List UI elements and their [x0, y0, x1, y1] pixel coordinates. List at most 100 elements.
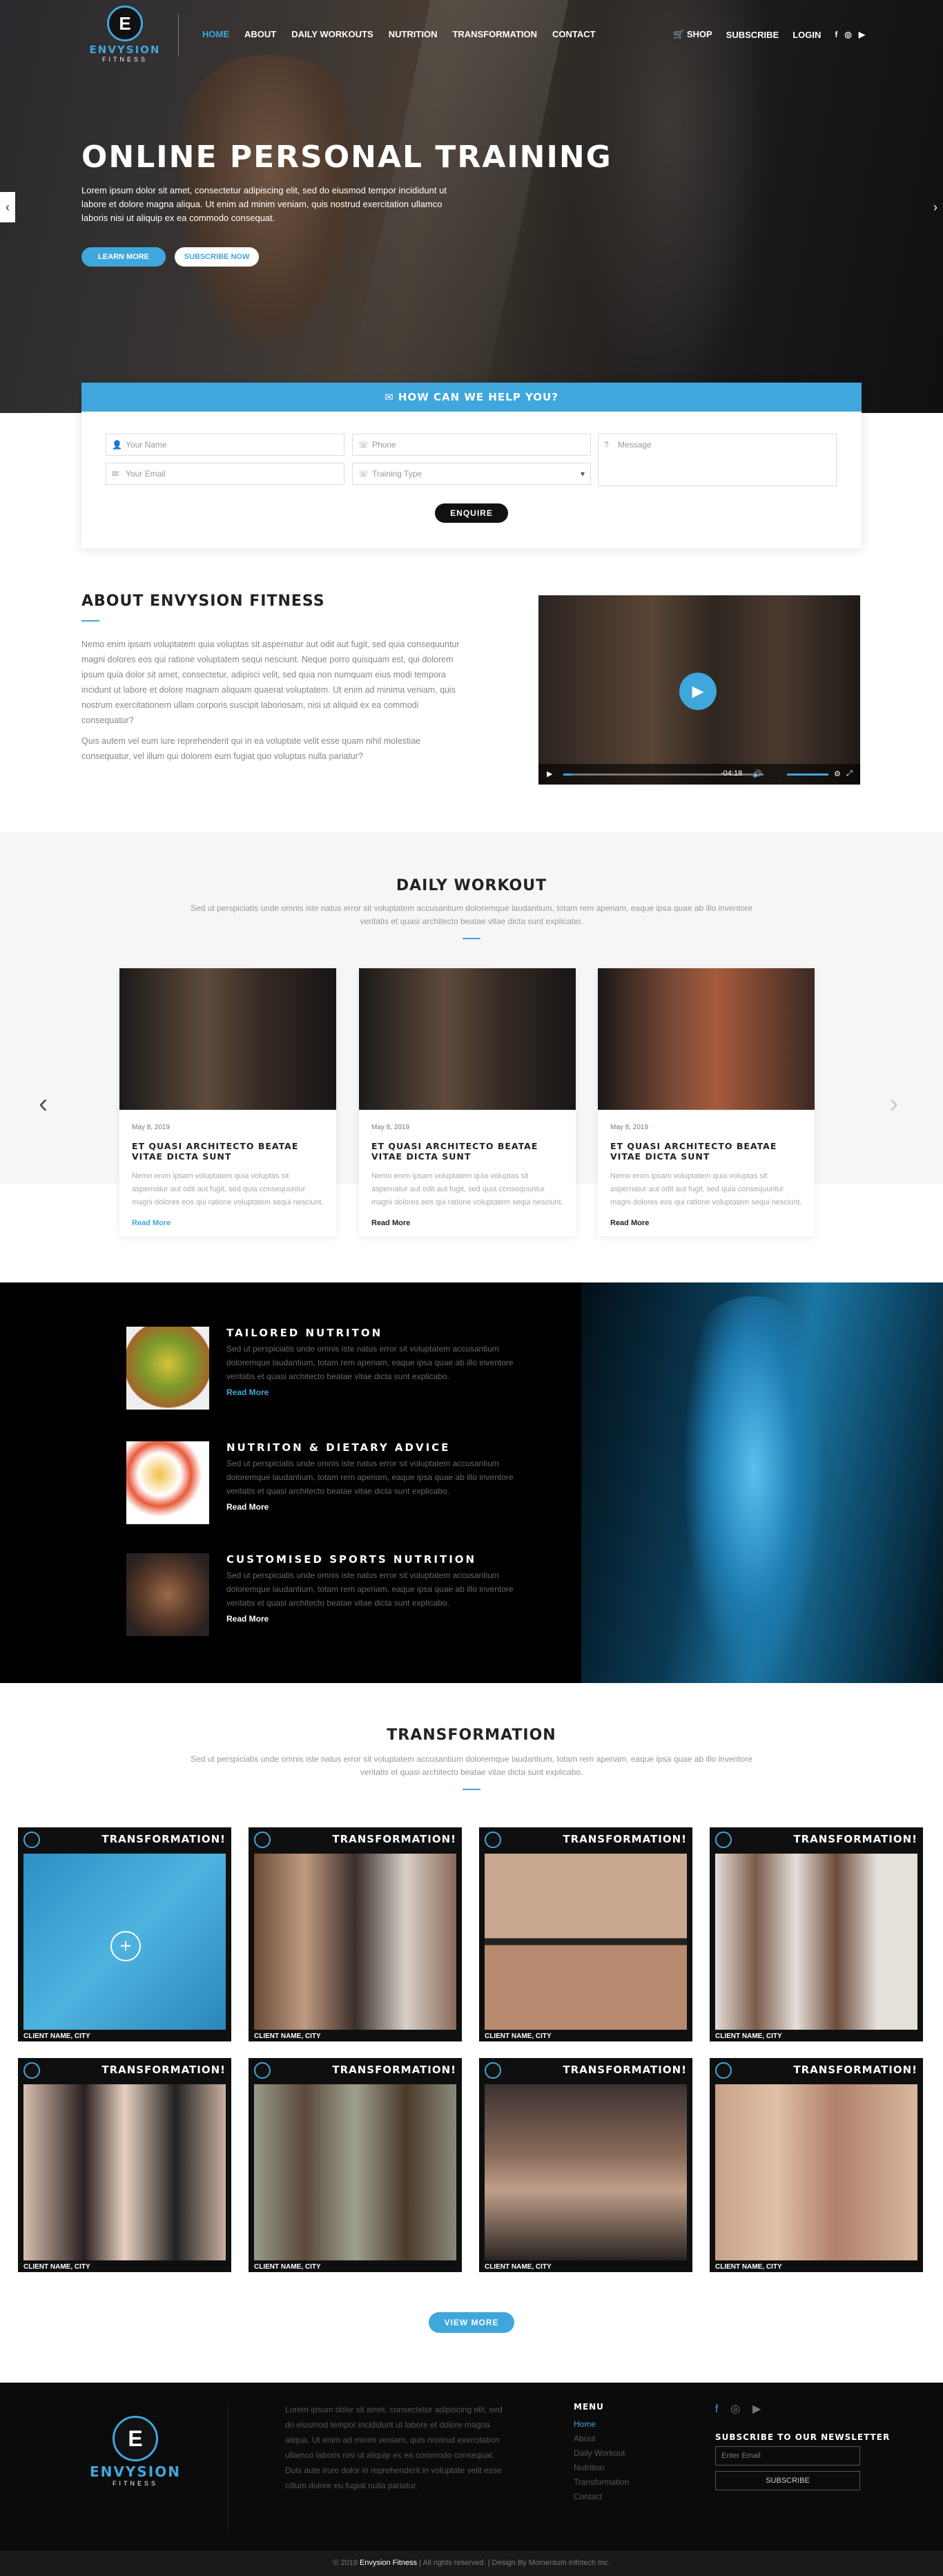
transformation-label: TRANSFORMATION! [101, 1833, 226, 1845]
view-more-button[interactable]: VIEW MORE [429, 2312, 514, 2333]
volume-icon[interactable]: 🔊 [752, 769, 762, 778]
transformation-label: TRANSFORMATION! [563, 2064, 687, 2076]
training-type-value: Training Type [372, 469, 422, 479]
card-text: Nemo enim ipsam voluptatem quia voluptas… [132, 1172, 324, 1207]
transformation-image [485, 2084, 687, 2260]
footer-link-daily-workout[interactable]: Daily Workout [574, 2446, 629, 2461]
about-title: ABOUT ENVYSION FITNESS [81, 593, 325, 610]
slider-prev-icon[interactable]: ‹ [0, 192, 15, 222]
card-date: May 8, 2019 [610, 1124, 649, 1131]
volume-slider[interactable] [787, 773, 828, 776]
newsletter-subscribe-button[interactable]: SUBSCRIBE [715, 2471, 860, 2490]
login-link[interactable]: LOGIN [793, 30, 821, 40]
read-more-link[interactable]: Read More [226, 1614, 269, 1624]
subscribe-link[interactable]: SUBSCRIBE [726, 30, 779, 40]
facebook-icon[interactable]: f [835, 30, 837, 39]
copyright-brand[interactable]: Envysion Fitness [360, 2559, 417, 2567]
footer-menu-title: MENU [574, 2402, 604, 2412]
client-city: CLIENT NAME, CITY [254, 2032, 321, 2040]
plus-icon[interactable]: + [110, 1931, 141, 1961]
user-icon: 👤 [112, 440, 122, 450]
workout-image[interactable] [359, 968, 576, 1110]
transformation-image [715, 2084, 917, 2260]
read-more-link[interactable]: Read More [226, 1387, 269, 1397]
footer-link-nutrition[interactable]: Nutrition [574, 2461, 629, 2475]
logo-emblem: E [107, 6, 143, 41]
email-input[interactable]: ✉ Your Email [106, 463, 344, 485]
nav-contact[interactable]: CONTACT [552, 29, 596, 39]
settings-icon[interactable]: ⚙ [834, 769, 841, 778]
slider-next-icon[interactable]: › [928, 192, 943, 222]
name-input[interactable]: 👤 Your Name [106, 434, 344, 456]
transformation-image [254, 2084, 456, 2260]
question-icon: ? [604, 440, 609, 450]
training-type-select[interactable]: ☏ Training Type ▾ [352, 463, 591, 485]
instagram-icon[interactable]: ◎ [844, 30, 851, 39]
card-title[interactable]: ET QUASI ARCHITECTO BEATAE VITAE DICTA S… [610, 1141, 802, 1162]
learn-more-button[interactable]: LEARN MORE [81, 247, 166, 267]
play-icon[interactable]: ▶ [679, 673, 717, 710]
youtube-icon[interactable]: ▶ [752, 2403, 761, 2415]
fruit-basket-image [126, 1327, 209, 1410]
athlete-image [126, 1553, 209, 1636]
about-video[interactable]: ▶ ▶ -04:18 🔊 ⚙ ⤢ [538, 595, 860, 785]
transformation-card[interactable]: TRANSFORMATION! CLIENT NAME, CITY [249, 2058, 462, 2272]
transformation-card[interactable]: TRANSFORMATION! CLIENT NAME, CITY [249, 1827, 462, 2041]
nutrition-title: CUSTOMISED SPORTS NUTRITION [226, 1553, 477, 1566]
shop-link[interactable]: 🛒 SHOP [673, 29, 712, 40]
footer-link-contact[interactable]: Contact [574, 2490, 629, 2504]
footer-link-about[interactable]: About [574, 2432, 629, 2446]
instagram-icon[interactable]: ◎ [730, 2403, 740, 2415]
transformation-card[interactable]: TRANSFORMATION! CLIENT NAME, CITY [479, 2058, 692, 2272]
footer: E ENVYSION FITNESS Lorem ipsum dolor sit… [0, 2383, 943, 2550]
logo-badge-icon [254, 1832, 271, 1848]
nav-transformation[interactable]: TRANSFORMATION [452, 29, 537, 39]
newsletter-email-input[interactable]: Enter Email [715, 2446, 860, 2466]
nav-daily-workouts[interactable]: DAILY WORKOUTS [291, 29, 373, 39]
footer-menu: MENU Home About Daily Workout Nutrition … [574, 2402, 629, 2504]
footer-link-home[interactable]: Home [574, 2417, 629, 2432]
shop-label: SHOP [686, 29, 712, 39]
card-title[interactable]: ET QUASI ARCHITECTO BEATAE VITAE DICTA S… [371, 1141, 563, 1162]
message-placeholder: Message [618, 440, 652, 450]
nav-nutrition[interactable]: NUTRITION [389, 29, 438, 39]
message-textarea[interactable]: ? Message [598, 434, 837, 486]
enquire-button[interactable]: ENQUIRE [435, 503, 508, 523]
footer-social: f ◎ ▶ [715, 2402, 761, 2416]
transformation-card[interactable]: TRANSFORMATION! CLIENT NAME, CITY [710, 2058, 923, 2272]
facebook-icon[interactable]: f [715, 2403, 718, 2415]
daily-next-icon[interactable]: › [889, 1088, 898, 1119]
footer-text: Lorem ipsum dolor sit amet, consectetur … [285, 2405, 503, 2490]
transformation-card[interactable]: TRANSFORMATION! CLIENT NAME, CITY [18, 2058, 231, 2272]
nav-about[interactable]: ABOUT [244, 29, 276, 39]
transformation-card[interactable]: TRANSFORMATION! CLIENT NAME, CITY [710, 1827, 923, 2041]
play-small-icon[interactable]: ▶ [547, 769, 552, 778]
transformation-underline [463, 1789, 480, 1790]
transformation-card[interactable]: TRANSFORMATION! CLIENT NAME, CITY [479, 1827, 692, 2041]
read-more-link[interactable]: Read More [610, 1219, 802, 1227]
client-city: CLIENT NAME, CITY [485, 2263, 552, 2271]
card-title[interactable]: ET QUASI ARCHITECTO BEATAE VITAE DICTA S… [132, 1141, 324, 1162]
about-paragraph-1: Nemo enim ipsam voluptatem quia voluptas… [81, 640, 460, 725]
youtube-icon[interactable]: ▶ [859, 30, 865, 39]
transformation-label: TRANSFORMATION! [332, 2064, 456, 2076]
phone-input[interactable]: ☏ Phone [352, 434, 591, 456]
logo[interactable]: E ENVYSION FITNESS [81, 6, 168, 63]
card-date: May 8, 2019 [132, 1124, 171, 1131]
fullscreen-icon[interactable]: ⤢ [846, 769, 853, 778]
workout-image[interactable] [119, 968, 336, 1110]
client-city: CLIENT NAME, CITY [254, 2263, 321, 2271]
workout-image[interactable] [598, 968, 815, 1110]
footer-logo[interactable]: E ENVYSION FITNESS [81, 2416, 189, 2487]
read-more-link[interactable]: Read More [132, 1219, 324, 1227]
nutrition-photo [581, 1282, 943, 1683]
daily-prev-icon[interactable]: ‹ [39, 1088, 48, 1119]
nav-home[interactable]: HOME [202, 29, 229, 39]
transformation-image [254, 1854, 456, 2030]
name-placeholder: Your Name [126, 440, 167, 450]
transformation-card[interactable]: TRANSFORMATION! + CLIENT NAME, CITY [18, 1827, 231, 2041]
footer-link-transformation[interactable]: Transformation [574, 2475, 629, 2490]
read-more-link[interactable]: Read More [226, 1502, 269, 1512]
subscribe-now-button[interactable]: SUBSCRIBE NOW [175, 247, 259, 267]
read-more-link[interactable]: Read More [371, 1219, 563, 1227]
